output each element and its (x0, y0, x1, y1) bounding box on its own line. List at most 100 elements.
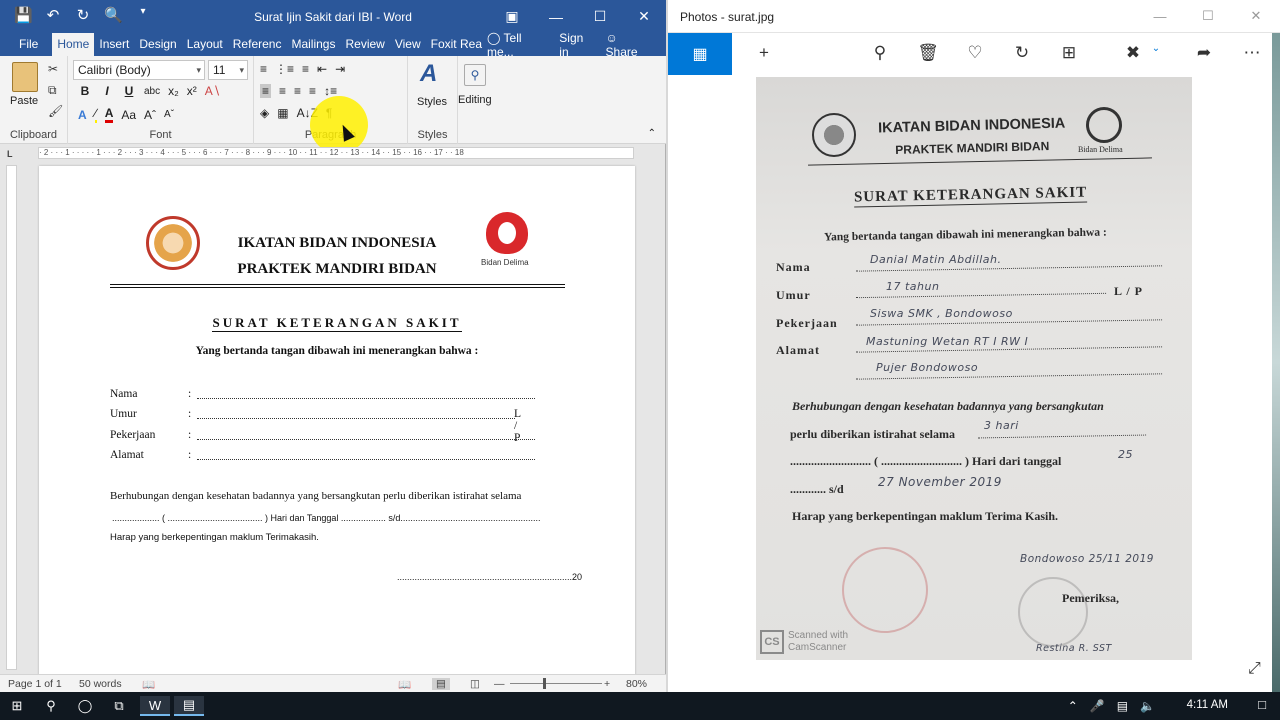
tab-review[interactable]: Review (340, 33, 389, 56)
close-button[interactable]: ✕ (1232, 0, 1280, 32)
decrease-indent-icon[interactable]: ⇤ (317, 62, 327, 76)
font-color-icon[interactable]: A (104, 106, 114, 123)
styles-button[interactable]: Styles (417, 96, 447, 108)
font-size-select[interactable]: 11 ▾ (208, 60, 248, 80)
align-center-icon[interactable]: ≡ (279, 84, 286, 98)
subscript-icon[interactable]: x₂ (168, 84, 179, 98)
align-left-icon[interactable]: ≡ (260, 84, 272, 98)
change-case-icon[interactable]: Aa (121, 108, 136, 122)
styles-icon[interactable]: A (420, 60, 437, 88)
horizontal-ruler[interactable]: · 2 · · · 1 · · · · · 1 · · · 2 · · · 3 … (38, 147, 634, 159)
find-icon[interactable]: ⚲ (464, 64, 486, 86)
crop-icon[interactable]: ⊞ (1057, 43, 1081, 63)
word-count[interactable]: 50 words (79, 678, 122, 690)
edit-create-icon[interactable]: ✖ (1121, 43, 1145, 63)
rotate-icon[interactable]: ↻ (1010, 43, 1034, 63)
see-all-photos-icon[interactable]: ▦ (668, 33, 732, 75)
chevron-down-icon[interactable]: ⌄ (1144, 43, 1168, 54)
superscript-icon[interactable]: x² (187, 84, 197, 98)
vertical-ruler[interactable] (6, 165, 17, 670)
share-icon[interactable]: ➦ (1192, 43, 1216, 63)
bold-button[interactable]: B (78, 84, 92, 98)
photos-taskbar-icon[interactable]: ▤ (174, 696, 204, 716)
zoom-slider[interactable] (510, 683, 602, 684)
italic-button[interactable]: I (100, 84, 114, 98)
justify-icon[interactable]: ≡ (309, 84, 316, 98)
ribbon-display-icon[interactable]: ▣ (490, 0, 534, 33)
sign-in-link[interactable]: Sign in (559, 31, 593, 59)
cortana-icon[interactable]: ◯ (70, 696, 100, 716)
cut-icon[interactable]: ✂ (48, 62, 58, 76)
maximize-button[interactable]: ☐ (578, 0, 622, 33)
format-painter-icon[interactable]: 🖌 (48, 104, 63, 118)
collapse-ribbon-icon[interactable]: ⌃ (648, 128, 656, 139)
font-name-select[interactable]: Calibri (Body) ▾ (73, 60, 205, 80)
microphone-icon[interactable]: 🎤 (1090, 699, 1105, 713)
increase-indent-icon[interactable]: ⇥ (335, 62, 345, 76)
copy-icon[interactable]: ⧉ (48, 83, 57, 98)
tab-insert[interactable]: Insert (94, 33, 134, 56)
align-right-icon[interactable]: ≡ (294, 84, 301, 98)
zoom-slider-thumb[interactable] (543, 678, 546, 689)
read-mode-icon[interactable]: 📖 (398, 678, 411, 691)
fullscreen-icon[interactable]: ⤢ (1248, 660, 1261, 678)
zoom-level[interactable]: 80% (626, 678, 647, 690)
zoom-in-icon[interactable]: + (604, 678, 610, 690)
minimize-button[interactable]: — (1136, 0, 1184, 32)
web-layout-icon[interactable]: ◫ (470, 678, 480, 690)
tab-home[interactable]: Home (52, 33, 95, 56)
word-taskbar-icon[interactable]: W (140, 696, 170, 716)
font-group: Calibri (Body) ▾ 11 ▾ B I U abc x₂ x² A∖ A… (68, 56, 254, 144)
clock[interactable]: 4:11 AM (1187, 699, 1228, 711)
highlight-icon[interactable]: ∕ (94, 106, 97, 123)
tab-references[interactable]: Referenc (228, 33, 287, 56)
tab-file[interactable]: File (0, 33, 52, 56)
grow-font-icon[interactable]: Aˆ (144, 108, 156, 122)
bullets-icon[interactable]: ≡ (260, 62, 267, 76)
paste-icon[interactable] (12, 62, 38, 92)
field-umur-suffix: L / P (1114, 284, 1144, 298)
tab-design[interactable]: Design (134, 33, 181, 56)
notifications-icon[interactable]: □ (1258, 697, 1266, 712)
tab-mailings[interactable]: Mailings (286, 33, 340, 56)
more-options-icon[interactable]: ⋯ (1240, 43, 1264, 63)
volume-icon[interactable]: 🔈 (1140, 699, 1155, 713)
font-label: Font (149, 129, 172, 141)
zoom-icon[interactable]: ⚲ (868, 43, 892, 63)
start-icon[interactable]: ⊞ (2, 696, 32, 716)
strikethrough-icon[interactable]: abc (144, 86, 160, 97)
clear-formatting-icon[interactable]: A∖ (205, 84, 221, 98)
shrink-font-icon[interactable]: Aˇ (164, 109, 174, 120)
zoom-out-icon[interactable]: — (494, 678, 505, 690)
tab-foxit[interactable]: Foxit Rea (426, 33, 487, 56)
favorite-icon[interactable]: ♡ (963, 43, 987, 63)
text-effects-icon[interactable]: A (78, 108, 87, 122)
task-view-icon[interactable]: ⧉ (104, 696, 134, 716)
proofing-icon[interactable]: 📖 (142, 678, 155, 691)
add-icon[interactable]: + (752, 43, 776, 63)
multilevel-list-icon[interactable]: ≡ (302, 62, 309, 76)
shading-icon[interactable]: ◈ (260, 106, 269, 120)
chevron-up-icon[interactable]: ⌃ (1068, 699, 1078, 713)
maximize-button[interactable]: ☐ (1184, 0, 1232, 32)
tab-view[interactable]: View (390, 33, 426, 56)
print-layout-icon[interactable]: ▤ (432, 678, 450, 690)
editing-button[interactable]: Editing (458, 94, 492, 106)
chevron-down-icon: ▾ (239, 65, 244, 75)
tab-selector[interactable]: L (7, 149, 13, 159)
minimize-button[interactable]: — (534, 0, 578, 33)
page-count[interactable]: Page 1 of 1 (8, 678, 62, 690)
tab-layout[interactable]: Layout (182, 33, 228, 56)
document-page[interactable]: IKATAN BIDAN INDONESIA PRAKTEK MANDIRI B… (39, 166, 635, 676)
borders-icon[interactable]: ▦ (277, 106, 288, 120)
search-icon[interactable]: ⚲ (36, 696, 66, 716)
share-button[interactable]: ☺ Share (606, 31, 650, 59)
field-alamat-label: Alamat (776, 343, 820, 357)
underline-button[interactable]: U (122, 84, 136, 98)
numbering-icon[interactable]: ⋮≡ (275, 62, 294, 76)
delete-icon[interactable]: 🗑 (916, 43, 940, 63)
paste-button[interactable]: Paste (10, 95, 38, 107)
tell-me-box[interactable]: ◯ Tell me... (487, 31, 547, 59)
network-icon[interactable]: ▤ (1117, 699, 1128, 713)
close-button[interactable]: ✕ (622, 0, 666, 33)
